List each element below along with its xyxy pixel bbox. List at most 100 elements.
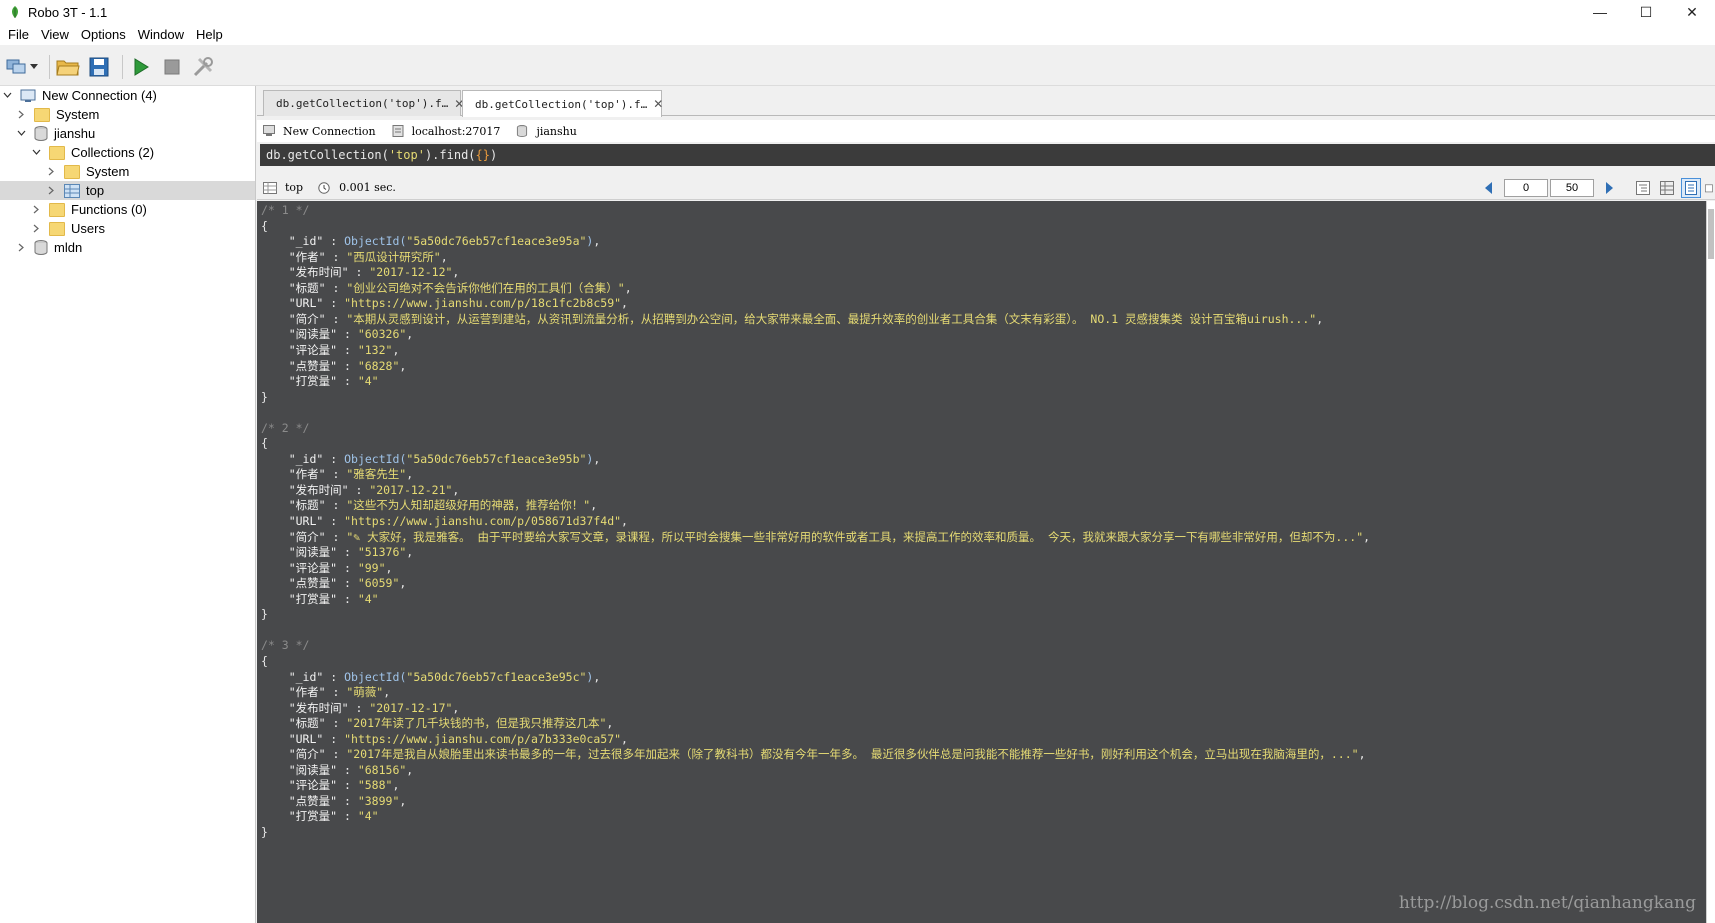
table-view-button[interactable] xyxy=(1657,178,1677,198)
expand-arrow-icon[interactable] xyxy=(31,205,41,215)
field-key: "简介" xyxy=(261,747,326,762)
tree-item-system[interactable]: System xyxy=(0,105,255,124)
tree-item-db-jianshu[interactable]: jianshu xyxy=(0,124,255,143)
field-line: "阅读量" : "60326", xyxy=(261,326,414,343)
database-icon xyxy=(34,240,48,255)
menu-file[interactable]: File xyxy=(2,27,35,42)
tree-item-connection[interactable]: New Connection (4) xyxy=(0,86,255,105)
folder-icon xyxy=(49,145,65,160)
field-key: "标题" xyxy=(261,498,326,513)
table-icon xyxy=(64,183,80,198)
colon: : xyxy=(337,327,358,342)
expand-arrow-icon[interactable] xyxy=(31,224,41,234)
comma: , xyxy=(406,327,414,342)
field-value: "本期从灵感到设计，从运营到建站，从资讯到流量分析，从招聘到办公空间，给大家带来… xyxy=(346,311,1317,326)
tree-item-functions[interactable]: Functions (0) xyxy=(0,200,255,219)
menu-view[interactable]: View xyxy=(35,27,75,42)
tree-label: Users xyxy=(71,221,105,236)
query-suffix: ) xyxy=(489,148,498,162)
colon: : xyxy=(337,576,358,591)
brace-line: { xyxy=(261,435,268,452)
comma: , xyxy=(593,669,601,684)
field-value: "2017-12-17" xyxy=(369,700,453,715)
results-scrollbar[interactable] xyxy=(1706,201,1715,923)
custom-view-button[interactable] xyxy=(1705,178,1715,198)
collapse-arrow-icon[interactable] xyxy=(31,148,41,158)
field-line: "点赞量" : "6059", xyxy=(261,575,407,592)
field-value: "2017-12-21" xyxy=(369,482,453,497)
expand-arrow-icon[interactable] xyxy=(16,110,26,120)
field-key: "作者" xyxy=(261,685,326,700)
connect-button[interactable] xyxy=(4,54,30,80)
close-window-button[interactable]: ✕ xyxy=(1669,0,1715,24)
comma: , xyxy=(406,762,414,777)
expand-arrow-icon[interactable] xyxy=(16,243,26,253)
info-database-label: jianshu xyxy=(536,124,577,138)
field-line: "简介" : "✎ 大家好，我是雅客。 由于平时要给大家写文章，录课程，所以平时… xyxy=(261,529,1370,546)
tree-item-collections-system[interactable]: System xyxy=(0,162,255,181)
tab-query-1[interactable]: db.getCollection('top').f… ✕ xyxy=(263,90,464,116)
run-button[interactable] xyxy=(128,54,154,80)
field-line: "简介" : "2017年是我自从娘胎里出来读书最多的一年，过去很多年加起来（除… xyxy=(261,746,1366,763)
tree-label: Functions (0) xyxy=(71,202,147,217)
minimize-button[interactable]: — xyxy=(1577,0,1623,24)
collapse-arrow-icon[interactable] xyxy=(16,129,26,139)
maximize-button[interactable]: ☐ xyxy=(1623,0,1669,24)
scrollbar-thumb[interactable] xyxy=(1708,209,1714,259)
tools-button[interactable] xyxy=(190,54,216,80)
menu-window[interactable]: Window xyxy=(132,27,190,42)
text-view-button[interactable] xyxy=(1681,178,1701,198)
field-line: "评论量" : "99", xyxy=(261,560,393,577)
field-value: "4" xyxy=(357,591,379,606)
comma: , xyxy=(452,265,460,280)
objectid-fn: ObjectId( xyxy=(344,234,407,249)
next-page-button[interactable] xyxy=(1601,180,1617,196)
collapse-arrow-icon[interactable] xyxy=(2,91,12,101)
tab-close-icon[interactable]: ✕ xyxy=(653,97,663,111)
query-editor[interactable]: db.getCollection('top').find({}) xyxy=(260,144,1715,166)
save-button[interactable] xyxy=(86,54,112,80)
menu-help[interactable]: Help xyxy=(190,27,229,42)
info-database: jianshu xyxy=(516,124,577,138)
connect-dropdown-button[interactable] xyxy=(29,54,39,80)
dropdown-arrow-icon xyxy=(30,63,38,69)
connect-icon xyxy=(6,59,26,73)
expand-arrow-icon[interactable] xyxy=(46,186,56,196)
results-time: 0.001 sec. xyxy=(317,181,396,194)
brace-line: { xyxy=(261,218,268,235)
open-button[interactable] xyxy=(55,54,81,80)
field-value: "99" xyxy=(357,560,386,575)
menu-options[interactable]: Options xyxy=(75,27,132,42)
tree-label: mldn xyxy=(54,240,83,255)
comma: , xyxy=(621,514,628,528)
tree-item-collections[interactable]: Collections (2) xyxy=(0,143,255,162)
field-key: "评论量" xyxy=(261,342,338,357)
tree-item-db-mldn[interactable]: mldn xyxy=(0,238,255,257)
stop-button[interactable] xyxy=(159,54,185,80)
tree-item-users[interactable]: Users xyxy=(0,219,255,238)
comma: , xyxy=(593,451,601,466)
results-text-view[interactable]: /* 1 */{ "_id" : ObjectId("5a50dc76eb57c… xyxy=(257,201,1706,923)
expand-arrow-icon[interactable] xyxy=(46,167,56,177)
field-value: "2017年是我自从娘胎里出来读书最多的一年，过去很多年加起来（除了教科书）都没… xyxy=(346,747,1359,762)
field-line: "评论量" : "588", xyxy=(261,777,400,794)
close-brace: } xyxy=(261,389,268,404)
field-line: "打赏量" : "4" xyxy=(261,808,379,825)
tab-query-2[interactable]: db.getCollection('top').f… ✕ xyxy=(462,90,663,117)
colon: : xyxy=(337,591,358,606)
pagination xyxy=(1475,176,1715,200)
tree-item-collection-top[interactable]: top xyxy=(0,181,255,200)
tree-view-button[interactable] xyxy=(1633,178,1653,198)
colon: : xyxy=(337,809,358,824)
arrow-left-icon xyxy=(1485,182,1492,194)
query-tab-bar: db.getCollection('top').f… ✕ db.getColle… xyxy=(257,86,1715,117)
limit-input[interactable] xyxy=(1550,179,1594,197)
skip-input[interactable] xyxy=(1504,179,1548,197)
objectid-fn: ObjectId( xyxy=(344,669,407,684)
comma: , xyxy=(392,778,400,793)
table-view-icon xyxy=(1660,181,1674,195)
field-value: "60326" xyxy=(357,327,407,342)
field-key: "打赏量" xyxy=(261,809,338,824)
prev-page-button[interactable] xyxy=(1481,180,1497,196)
field-line: "作者" : "西瓜设计研究所", xyxy=(261,249,448,266)
